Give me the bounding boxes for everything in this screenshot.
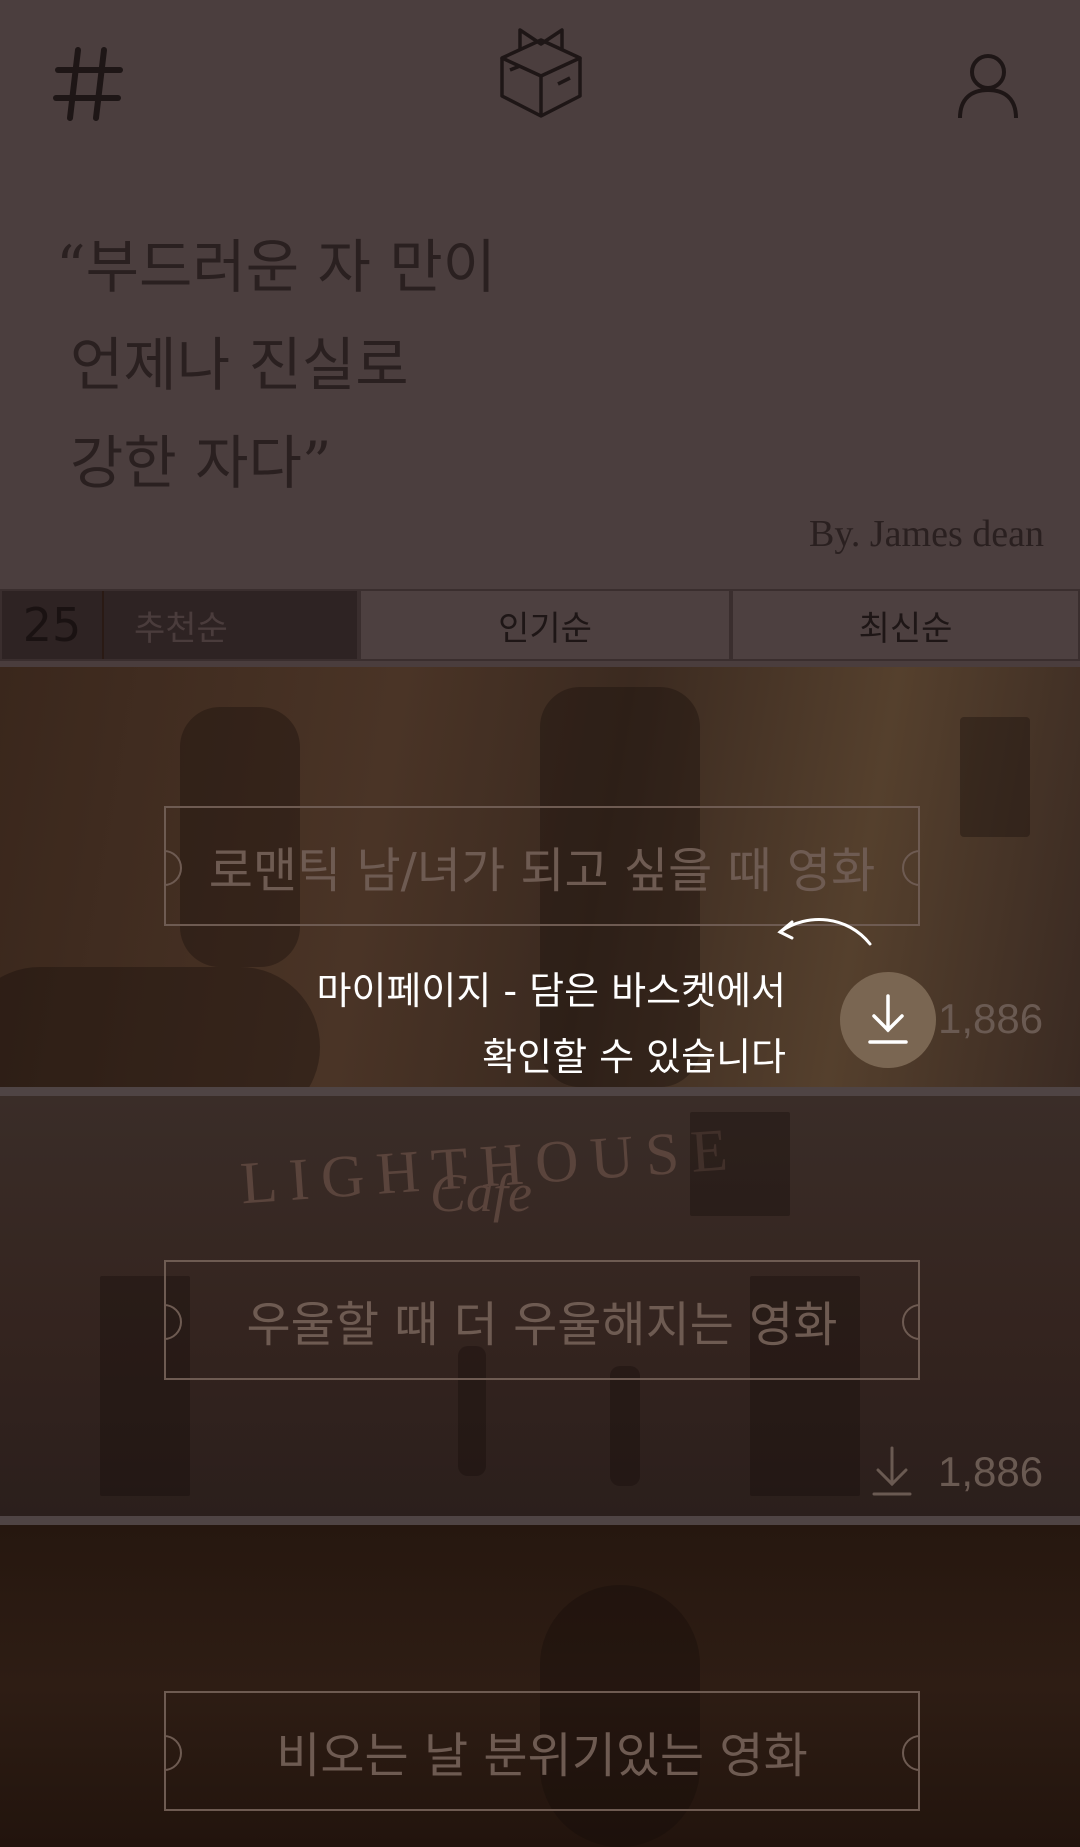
user-icon[interactable] bbox=[956, 50, 1020, 120]
box-logo-icon[interactable] bbox=[498, 26, 584, 118]
tab-label: 추천순 bbox=[134, 608, 228, 649]
ticket-notch bbox=[902, 850, 920, 886]
download-icon bbox=[868, 994, 908, 1044]
background-frame bbox=[960, 717, 1030, 837]
tab-recommended[interactable]: 25 추천순 bbox=[0, 589, 359, 661]
download-count: 1,886 bbox=[938, 1448, 1044, 1495]
movie-card[interactable]: 비오는 날 분위기있는 영화 bbox=[0, 1525, 1080, 1847]
background-car bbox=[0, 967, 320, 1087]
card-title: 비오는 날 분위기있는 영화 bbox=[164, 1691, 920, 1811]
curved-arrow-icon bbox=[777, 918, 872, 946]
quote-line-2: 언제나 진실로 bbox=[70, 331, 409, 399]
card-title-text: 우울할 때 더 우울해지는 영화 bbox=[246, 1297, 838, 1353]
ticket-notch bbox=[902, 1304, 920, 1340]
tooltip-line-1: 마이페이지 - 담은 바스켓에서 bbox=[316, 969, 786, 1013]
divider bbox=[0, 1516, 1080, 1525]
card-title-text: 로맨틱 남/녀가 되고 싶을 때 영화 bbox=[208, 843, 876, 899]
basket-download-button[interactable] bbox=[840, 972, 936, 1068]
tooltip-line-2: 확인할 수 있습니다 bbox=[482, 1035, 786, 1079]
ticket-notch bbox=[164, 1735, 182, 1771]
quote-line-1: “부드러운 자 만이 bbox=[56, 233, 497, 301]
ticket-notch bbox=[902, 1735, 920, 1771]
download-count: 1,886 bbox=[938, 995, 1044, 1042]
movie-card[interactable]: LIGHTHOUSE Cafe 우울할 때 더 우울해지는 영화 1,886 bbox=[0, 1096, 1080, 1516]
cafe-sign-script: Cafe bbox=[430, 1163, 532, 1223]
hash-icon[interactable] bbox=[52, 44, 124, 124]
header: “부드러운 자 만이 언제나 진실로 강한 자다” By. James dean bbox=[0, 0, 1080, 590]
tab-popular[interactable]: 인기순 bbox=[359, 589, 731, 661]
card-title-text: 비오는 날 분위기있는 영화 bbox=[276, 1728, 808, 1784]
sort-tabs: 25 추천순 인기순 최신순 bbox=[0, 589, 1080, 665]
ticket-notch bbox=[164, 850, 182, 886]
background-window bbox=[690, 1112, 790, 1216]
download-icon[interactable] bbox=[862, 1442, 922, 1502]
card-title: 우울할 때 더 우울해지는 영화 bbox=[164, 1260, 920, 1380]
count-badge: 25 bbox=[2, 591, 104, 659]
background-figure bbox=[610, 1366, 640, 1486]
quote-line-3: 강한 자다” bbox=[70, 429, 332, 497]
quote-text: “부드러운 자 만이 언제나 진실로 강한 자다” bbox=[56, 218, 496, 512]
coach-mark-tooltip: 마이페이지 - 담은 바스켓에서 확인할 수 있습니다 bbox=[317, 958, 786, 1090]
quote-author: By. James dean bbox=[809, 513, 1044, 555]
tab-latest[interactable]: 최신순 bbox=[731, 589, 1080, 661]
